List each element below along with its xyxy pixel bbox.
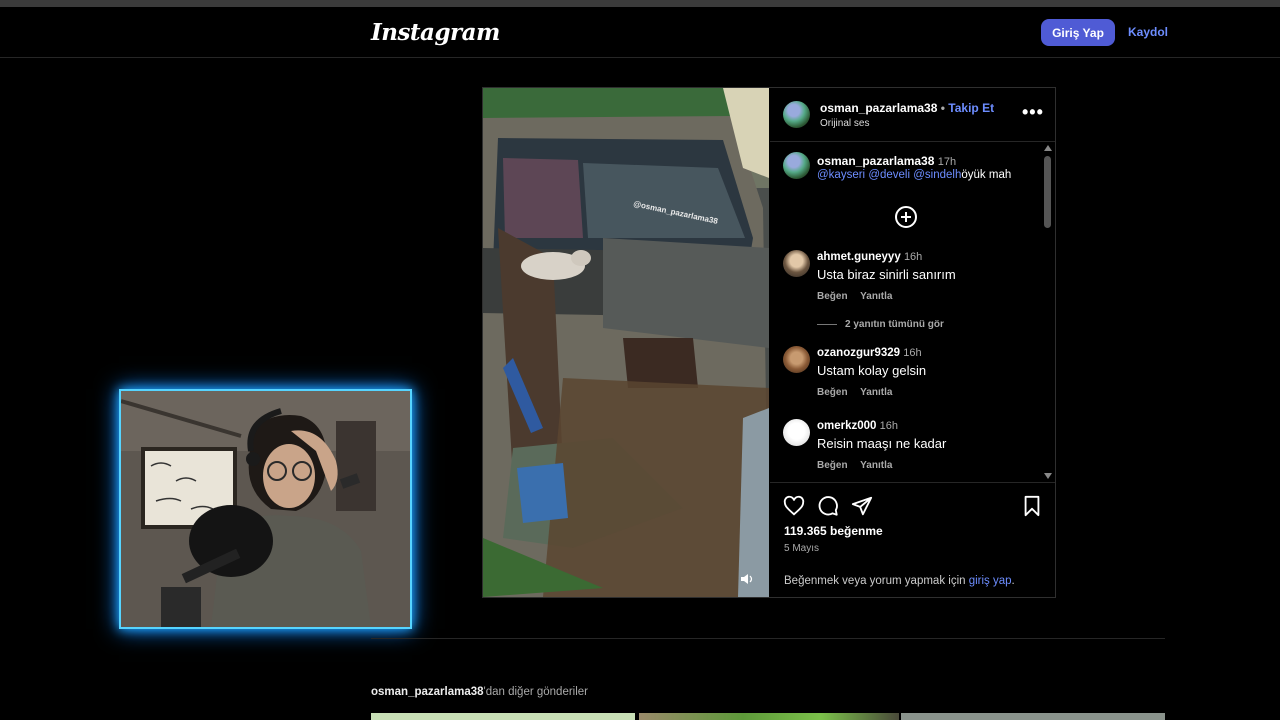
webcam-feed <box>121 391 410 627</box>
author-avatar[interactable] <box>783 101 810 128</box>
scroll-up-arrow-icon[interactable] <box>1044 145 1052 151</box>
view-replies-link[interactable]: 2 yanıtın tümünü gör <box>817 319 944 330</box>
post-card: @osman_pazarlama38 osman_pazarlama38 • T… <box>482 87 1056 598</box>
post-thumbnail[interactable] <box>371 713 635 720</box>
share-icon[interactable] <box>851 495 873 517</box>
top-navbar: Instagram Giriş Yap Kaydol <box>0 7 1280 58</box>
login-hint-link[interactable]: giriş yap <box>969 575 1012 587</box>
caption-username[interactable]: osman_pazarlama38 <box>817 154 934 168</box>
caption-tail: öyük mah <box>961 169 1012 181</box>
comment-text: Usta biraz sinirli sanırım <box>817 267 956 282</box>
like-count[interactable]: 119.365 beğenme <box>784 524 883 538</box>
more-posts-heading: osman_pazarlama38'dan diğer gönderiler <box>371 686 589 698</box>
more-icon[interactable]: ••• <box>1022 102 1044 123</box>
comment-actions: Beğen Yanıtla <box>817 387 902 398</box>
reply-button[interactable]: Yanıtla <box>860 460 892 471</box>
comment-username[interactable]: ozanozgur9329 <box>817 347 900 359</box>
reply-button[interactable]: Yanıtla <box>860 291 892 302</box>
login-button[interactable]: Giriş Yap <box>1041 19 1115 46</box>
scroll-down-arrow-icon[interactable] <box>1044 473 1052 479</box>
commenter-avatar[interactable] <box>783 419 810 446</box>
audio-label[interactable]: Orijinal ses <box>820 118 869 129</box>
bookmark-icon[interactable] <box>1021 495 1043 517</box>
author-username[interactable]: osman_pazarlama38 <box>820 101 937 115</box>
add-comment-icon[interactable] <box>895 206 917 228</box>
login-hint: Beğenmek veya yorum yapmak için giriş ya… <box>784 575 1015 587</box>
comment-username[interactable]: omerkz000 <box>817 420 876 432</box>
dot-separator: • <box>940 101 945 115</box>
post-video[interactable]: @osman_pazarlama38 <box>483 88 769 597</box>
signup-link[interactable]: Kaydol <box>1128 25 1168 39</box>
like-comment-button[interactable]: Beğen <box>817 291 848 302</box>
post-thumbnail[interactable] <box>901 713 1165 720</box>
post-author: osman_pazarlama38 • Takip Et <box>820 101 994 115</box>
browser-top-strip <box>0 0 1280 7</box>
mention-link[interactable]: @kayseri <box>817 169 865 181</box>
webcam-overlay <box>119 389 412 629</box>
comment-header: omerkz000 16h <box>817 420 898 432</box>
comment-header: ahmet.guneyyy 16h <box>817 251 922 263</box>
mention-link[interactable]: @sindelh <box>913 169 961 181</box>
post-date: 5 Mayıs <box>784 543 820 554</box>
post-sidebar: osman_pazarlama38 • Takip Et Orijinal se… <box>770 88 1055 597</box>
caption-header: osman_pazarlama38 17h <box>817 154 956 168</box>
caption-avatar[interactable] <box>783 152 810 179</box>
reply-button[interactable]: Yanıtla <box>860 387 892 398</box>
comment-text: Reisin maaşı ne kadar <box>817 436 947 451</box>
caption-text: @kayseri @develi @sindelhöyük mah <box>817 169 1011 181</box>
follow-button[interactable]: Takip Et <box>948 101 994 115</box>
comments-list[interactable]: osman_pazarlama38 17h @kayseri @develi @… <box>770 142 1055 482</box>
instagram-logo[interactable]: Instagram <box>371 19 500 46</box>
comment-actions: Beğen Yanıtla <box>817 291 902 302</box>
comment-icon[interactable] <box>817 495 839 517</box>
commenter-avatar[interactable] <box>783 250 810 277</box>
more-posts-username[interactable]: osman_pazarlama38 <box>371 686 484 698</box>
more-posts-grid <box>371 713 1165 720</box>
mention-link[interactable]: @develi <box>868 169 910 181</box>
comment-header: ozanozgur9329 16h <box>817 347 922 359</box>
comment-actions: Beğen Yanıtla <box>817 460 902 471</box>
comment-time: 16h <box>903 251 923 263</box>
comments-scrollbar[interactable] <box>1042 142 1054 482</box>
heart-icon[interactable] <box>783 495 805 517</box>
section-divider <box>371 638 1165 639</box>
commenter-avatar[interactable] <box>783 346 810 373</box>
like-comment-button[interactable]: Beğen <box>817 460 848 471</box>
post-actions: 119.365 beğenme 5 Mayıs Beğenmek veya yo… <box>770 482 1055 598</box>
caption-time: 17h <box>937 156 957 168</box>
comment-time: 16h <box>903 347 922 359</box>
post-thumbnail[interactable] <box>639 713 899 720</box>
comment-time: 16h <box>879 420 899 432</box>
comment-text: Ustam kolay gelsin <box>817 363 927 378</box>
video-frame: @osman_pazarlama38 <box>483 88 769 597</box>
comment-username[interactable]: ahmet.guneyyy <box>817 251 901 263</box>
post-header: osman_pazarlama38 • Takip Et Orijinal se… <box>770 88 1055 142</box>
like-comment-button[interactable]: Beğen <box>817 387 848 398</box>
scrollbar-thumb[interactable] <box>1044 156 1051 228</box>
